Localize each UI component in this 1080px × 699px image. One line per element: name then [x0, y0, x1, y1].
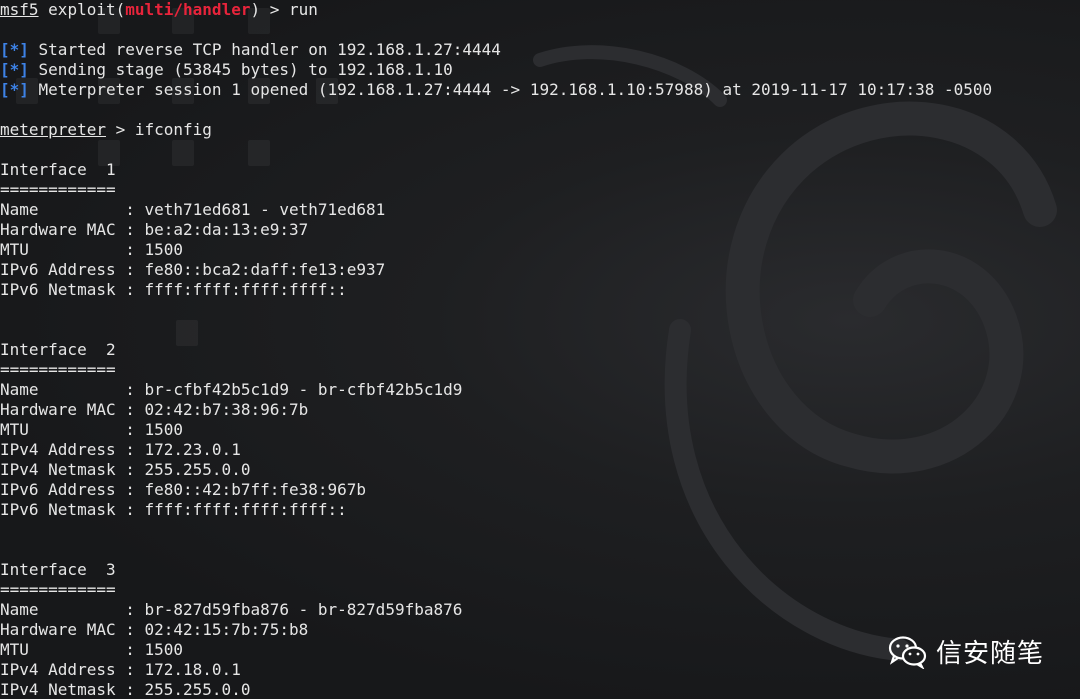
- interface-separator: ============: [0, 580, 116, 599]
- command-run: run: [289, 0, 318, 19]
- interface-field: IPv4 Netmask : 255.255.0.0: [0, 460, 251, 479]
- status-line: [*] Sending stage (53845 bytes) to 192.1…: [0, 60, 1080, 80]
- interface-field: IPv4 Netmask : 255.255.0.0: [0, 680, 251, 699]
- meterpreter-label: meterpreter: [0, 120, 106, 139]
- watermark: 信安随笔: [888, 633, 1044, 670]
- interface-field: Hardware MAC : 02:42:b7:38:96:7b: [0, 400, 309, 419]
- interface-field: MTU : 1500: [0, 420, 184, 439]
- module-name: multi/handler: [125, 0, 251, 19]
- exploit-suffix: ) >: [250, 0, 289, 19]
- wechat-icon: [888, 635, 927, 669]
- interface-field: Name : br-cfbf42b5c1d9 - br-cfbf42b5c1d9: [0, 380, 463, 399]
- msf-prompt-label: msf5: [0, 0, 39, 19]
- interface-field: Name : br-827d59fba876 - br-827d59fba876: [0, 600, 463, 619]
- interface-field: IPv6 Address : fe80::42:b7ff:fe38:967b: [0, 480, 367, 499]
- interface-separator: ============: [0, 360, 116, 379]
- meterpreter-prompt-line: meterpreter > ifconfig: [0, 120, 1080, 140]
- interface-field: IPv6 Address : fe80::bca2:daff:fe13:e937: [0, 260, 386, 279]
- command-ifconfig: ifconfig: [134, 120, 212, 139]
- interface-field: IPv4 Address : 172.23.0.1: [0, 440, 241, 459]
- interface-separator: ============: [0, 180, 116, 199]
- interface-field: MTU : 1500: [0, 240, 184, 259]
- status-text: Started reverse TCP handler on 192.168.1…: [28, 40, 501, 59]
- exploit-prefix: exploit(: [48, 0, 126, 19]
- interface-field: IPv6 Netmask : ffff:ffff:ffff:ffff::: [0, 280, 347, 299]
- status-tag: [*]: [0, 80, 29, 99]
- status-tag: [*]: [0, 40, 29, 59]
- interface-field: IPv6 Netmask : ffff:ffff:ffff:ffff::: [0, 500, 347, 519]
- msf-prompt-line: msf5 exploit(multi/handler) > run: [0, 0, 1080, 20]
- interface-header: Interface 3: [0, 560, 116, 579]
- interface-field: Name : veth71ed681 - veth71ed681: [0, 200, 386, 219]
- status-text: Meterpreter session 1 opened (192.168.1.…: [28, 80, 993, 99]
- interface-header: Interface 2: [0, 340, 116, 359]
- status-line: [*] Meterpreter session 1 opened (192.16…: [0, 80, 1080, 100]
- meterpreter-suffix: >: [105, 120, 135, 139]
- watermark-text: 信安随笔: [935, 639, 1044, 669]
- terminal-output: msf5 exploit(multi/handler) > run [*] St…: [0, 0, 1080, 699]
- status-line: [*] Started reverse TCP handler on 192.1…: [0, 40, 1080, 60]
- status-text: Sending stage (53845 bytes) to 192.168.1…: [28, 60, 453, 79]
- interface-field: Hardware MAC : be:a2:da:13:e9:37: [0, 220, 309, 239]
- interface-header: Interface 1: [0, 160, 116, 179]
- terminal-window[interactable]: msf5 exploit(multi/handler) > run [*] St…: [0, 0, 1080, 699]
- status-tag: [*]: [0, 60, 29, 79]
